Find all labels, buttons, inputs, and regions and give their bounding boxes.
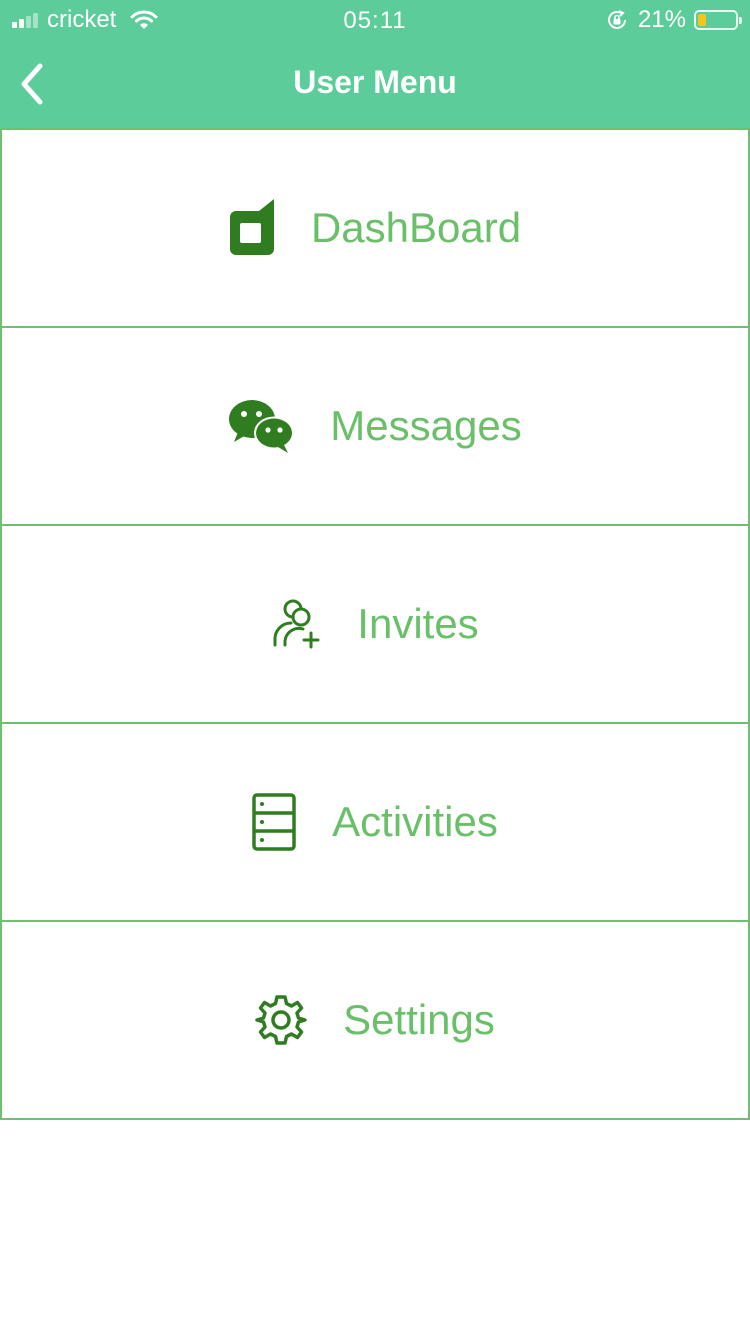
dashboard-icon bbox=[229, 199, 275, 257]
status-bar: cricket 05:11 21% bbox=[0, 0, 750, 40]
status-right: 21% bbox=[606, 6, 742, 33]
add-user-icon bbox=[271, 599, 321, 649]
menu-item-messages[interactable]: Messages bbox=[0, 326, 750, 526]
battery-level bbox=[698, 14, 706, 26]
menu-item-label: Activities bbox=[332, 798, 498, 845]
menu-item-settings[interactable]: Settings bbox=[0, 920, 750, 1120]
battery-percent: 21% bbox=[637, 6, 686, 33]
server-list-icon bbox=[252, 793, 296, 851]
menu-item-label: Invites bbox=[357, 600, 479, 647]
menu-item-label: Settings bbox=[343, 996, 495, 1043]
page-title: User Menu bbox=[293, 64, 457, 100]
menu-item-invites[interactable]: Invites bbox=[0, 524, 750, 724]
gear-icon bbox=[255, 994, 307, 1046]
user-menu-list: DashBoard Messages Invites Activities Se… bbox=[0, 128, 750, 1120]
navigation-bar: User Menu bbox=[0, 40, 750, 128]
menu-item-activities[interactable]: Activities bbox=[0, 722, 750, 922]
chat-bubbles-icon bbox=[228, 399, 295, 453]
menu-item-label: Messages bbox=[330, 402, 522, 449]
menu-item-dashboard[interactable]: DashBoard bbox=[0, 128, 750, 328]
battery-icon bbox=[694, 10, 742, 30]
menu-item-label: DashBoard bbox=[310, 204, 522, 251]
orientation-lock-icon bbox=[606, 9, 628, 31]
